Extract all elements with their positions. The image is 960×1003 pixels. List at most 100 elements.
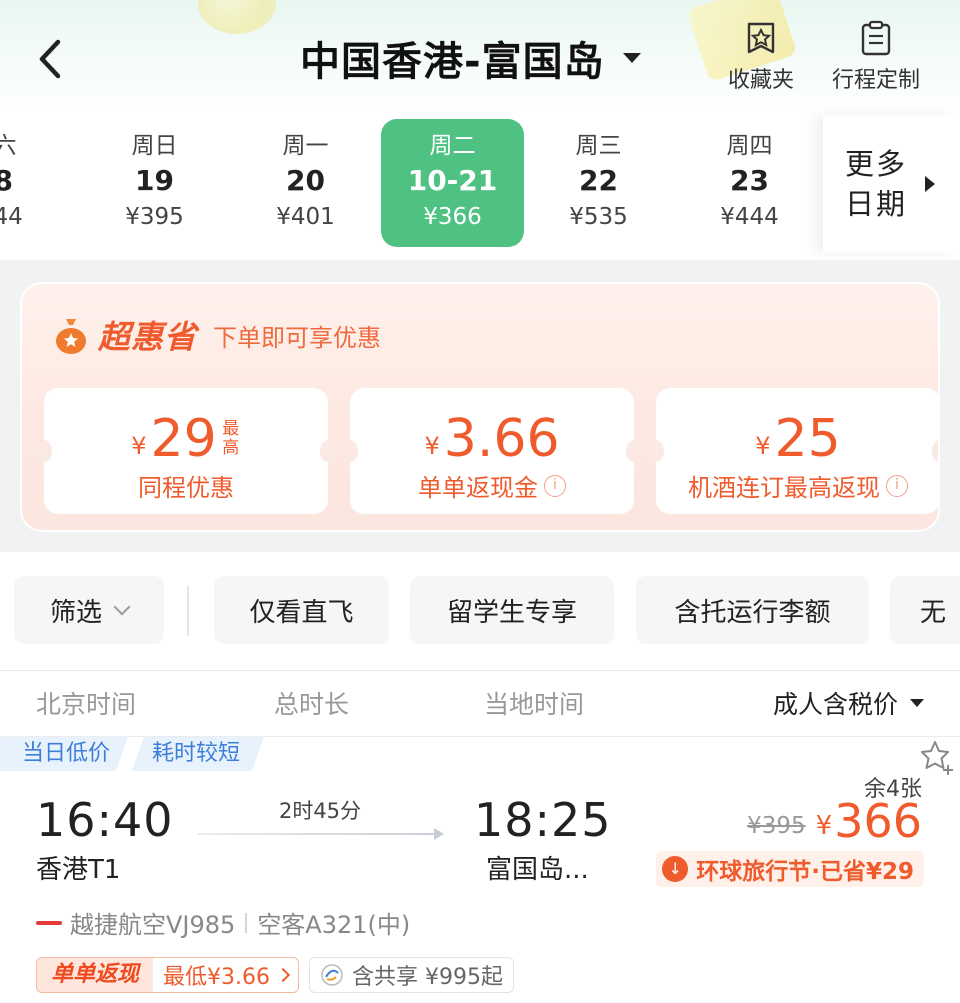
chip-label: 含托运行李额 — [674, 597, 831, 628]
date-item[interactable]: 周四 23 ¥444 — [678, 119, 821, 247]
down-arrow-icon: ↓ — [662, 856, 689, 882]
chevron-down-icon — [113, 598, 131, 616]
promo-card[interactable]: 超惠省 下单即可享优惠 ¥ 29 最高 同程优惠 ¥ 3.66 单单返现金 i … — [20, 282, 940, 532]
date-day: 19 — [135, 164, 174, 197]
departure-airport: 香港T1 — [36, 855, 121, 885]
caret-down-icon — [622, 53, 641, 63]
tag-short-duration: 耗时较短 — [132, 737, 264, 771]
coupon-card[interactable]: ¥ 25 机酒连订最高返现 i — [648, 388, 938, 514]
back-arrow-icon — [39, 39, 61, 79]
price-row: ¥395 ¥ 366 — [747, 795, 922, 847]
route-title-selector[interactable]: 中国香港-富国岛 — [300, 30, 641, 86]
cashback-badge-label: 单单返现 — [37, 958, 154, 992]
date-day: 18 — [0, 164, 13, 197]
favorites-button[interactable]: 收藏夹 — [728, 20, 794, 94]
date-item[interactable]: 周六 18 ¥444 — [0, 119, 65, 247]
price-sort-dropdown[interactable]: 成人含税价 — [773, 685, 924, 721]
filter-chip-baggage[interactable]: 含托运行李额 — [636, 576, 869, 644]
filter-chip-partial[interactable]: 无 — [890, 576, 960, 644]
date-item[interactable]: 周一 20 ¥401 — [234, 119, 377, 247]
cashback-badge[interactable]: 单单返现 最低¥3.66 — [36, 957, 299, 993]
date-day: 22 — [579, 164, 618, 197]
date-weekday: 周一 — [282, 133, 329, 159]
arrival-time: 18:25 — [474, 793, 612, 847]
coupon-amount-row: ¥ 3.66 — [350, 408, 634, 468]
date-weekday: 周日 — [131, 133, 178, 159]
filter-bar: 筛选 仅看直飞 留学生专享 含托运行李额 无 — [0, 552, 960, 670]
local-time-header: 当地时间 — [484, 690, 585, 719]
saving-badge: ↓ 环球旅行节·已省¥29 — [656, 851, 924, 887]
current-price: 366 — [834, 794, 922, 848]
flight-card[interactable]: 当日低价 耗时较短 16:40 香港T1 2时45分 18:25 富国岛... … — [0, 736, 960, 1003]
arrival-airport: 富国岛... — [486, 855, 589, 885]
back-button[interactable] — [30, 36, 70, 82]
departure-time: 16:40 — [36, 793, 174, 847]
coupon-label: 单单返现金 — [418, 474, 538, 502]
caret-down-icon — [910, 699, 924, 707]
date-price: ¥444 — [0, 204, 23, 230]
itinerary-custom-button[interactable]: 行程定制 — [832, 20, 920, 94]
chip-label: 仅看直飞 — [249, 597, 354, 628]
star-add-icon[interactable] — [918, 739, 956, 777]
date-price: ¥366 — [423, 204, 482, 230]
cashback-text: 最低¥3.66 — [163, 965, 270, 990]
filter-label: 筛选 — [49, 597, 102, 628]
date-day: 23 — [730, 164, 769, 197]
more-dates-label: 更多日期 — [845, 147, 908, 221]
airline-logo-icon — [36, 920, 62, 925]
coupon-tag: 最高 — [222, 419, 240, 458]
money-bag-icon — [56, 319, 86, 354]
flight-duration: 2时45分 — [278, 799, 362, 823]
coupon-label-row: 同程优惠 — [44, 468, 328, 503]
date-item-selected[interactable]: 周二 10-21 ¥366 — [381, 119, 524, 247]
info-icon[interactable]: i — [544, 474, 566, 497]
divider — [187, 586, 189, 636]
date-weekday: 周六 — [0, 133, 17, 159]
flight-promo-row: 单单返现 最低¥3.66 含共享 ¥995起 — [36, 957, 514, 993]
flight-tags: 当日低价 耗时较短 — [0, 737, 264, 771]
date-item[interactable]: 周三 22 ¥535 — [527, 119, 670, 247]
chip-label: 无 — [920, 597, 947, 628]
route-title: 中国香港-富国岛 — [300, 39, 605, 85]
currency-symbol: ¥ — [131, 432, 147, 460]
coupon-card[interactable]: ¥ 29 最高 同程优惠 — [36, 388, 336, 514]
date-price: ¥535 — [569, 204, 628, 230]
original-price: ¥395 — [747, 813, 806, 839]
divider — [245, 912, 248, 933]
promo-header: 超惠省 下单即可享优惠 — [54, 312, 381, 358]
cashback-detail: 最低¥3.66 — [153, 959, 298, 991]
more-dates-button[interactable]: 更多日期 — [823, 115, 960, 253]
airline-info: 越捷航空VJ985 空客A321(中) — [36, 905, 410, 940]
currency-symbol: ¥ — [424, 432, 440, 460]
duration-arrow — [198, 828, 444, 840]
promo-subtitle: 下单即可享优惠 — [213, 323, 382, 352]
saving-text: 环球旅行节·已省¥29 — [696, 859, 914, 885]
promo-brand: 超惠省 — [98, 318, 198, 356]
coupon-label-row: 单单返现金 i — [350, 468, 634, 503]
promo-section: 超惠省 下单即可享优惠 ¥ 29 最高 同程优惠 ¥ 3.66 单单返现金 i … — [0, 260, 960, 552]
clipboard-icon — [861, 20, 891, 56]
airline-flight-number: 越捷航空VJ985 — [70, 911, 236, 939]
favorites-label: 收藏夹 — [728, 68, 795, 93]
coupon-amount: 25 — [774, 409, 841, 469]
currency-symbol: ¥ — [815, 811, 833, 841]
codeshare-badge[interactable]: 含共享 ¥995起 — [309, 957, 514, 993]
coupon-label-row: 机酒连订最高返现 i — [656, 468, 938, 503]
filter-chip-student[interactable]: 留学生专享 — [410, 576, 614, 644]
date-price: ¥401 — [276, 204, 335, 230]
itinerary-label: 行程定制 — [832, 68, 921, 93]
chip-label: 留学生专享 — [446, 597, 577, 628]
coupon-amount-row: ¥ 25 — [656, 408, 938, 469]
coupon-card[interactable]: ¥ 3.66 单单返现金 i — [342, 388, 642, 514]
info-icon[interactable]: i — [886, 474, 908, 497]
date-weekday: 周二 — [429, 133, 476, 159]
date-item[interactable]: 周日 19 ¥395 — [83, 119, 226, 247]
caret-right-icon — [925, 176, 935, 192]
filter-chip-direct[interactable]: 仅看直飞 — [214, 576, 389, 644]
aircraft-type: 空客A321(中) — [257, 911, 411, 939]
coupon-amount-row: ¥ 29 最高 — [44, 408, 328, 468]
date-day: 10-21 — [407, 164, 498, 197]
chevron-right-icon — [275, 967, 291, 983]
filter-button[interactable]: 筛选 — [14, 576, 164, 644]
codeshare-icon — [321, 964, 343, 986]
